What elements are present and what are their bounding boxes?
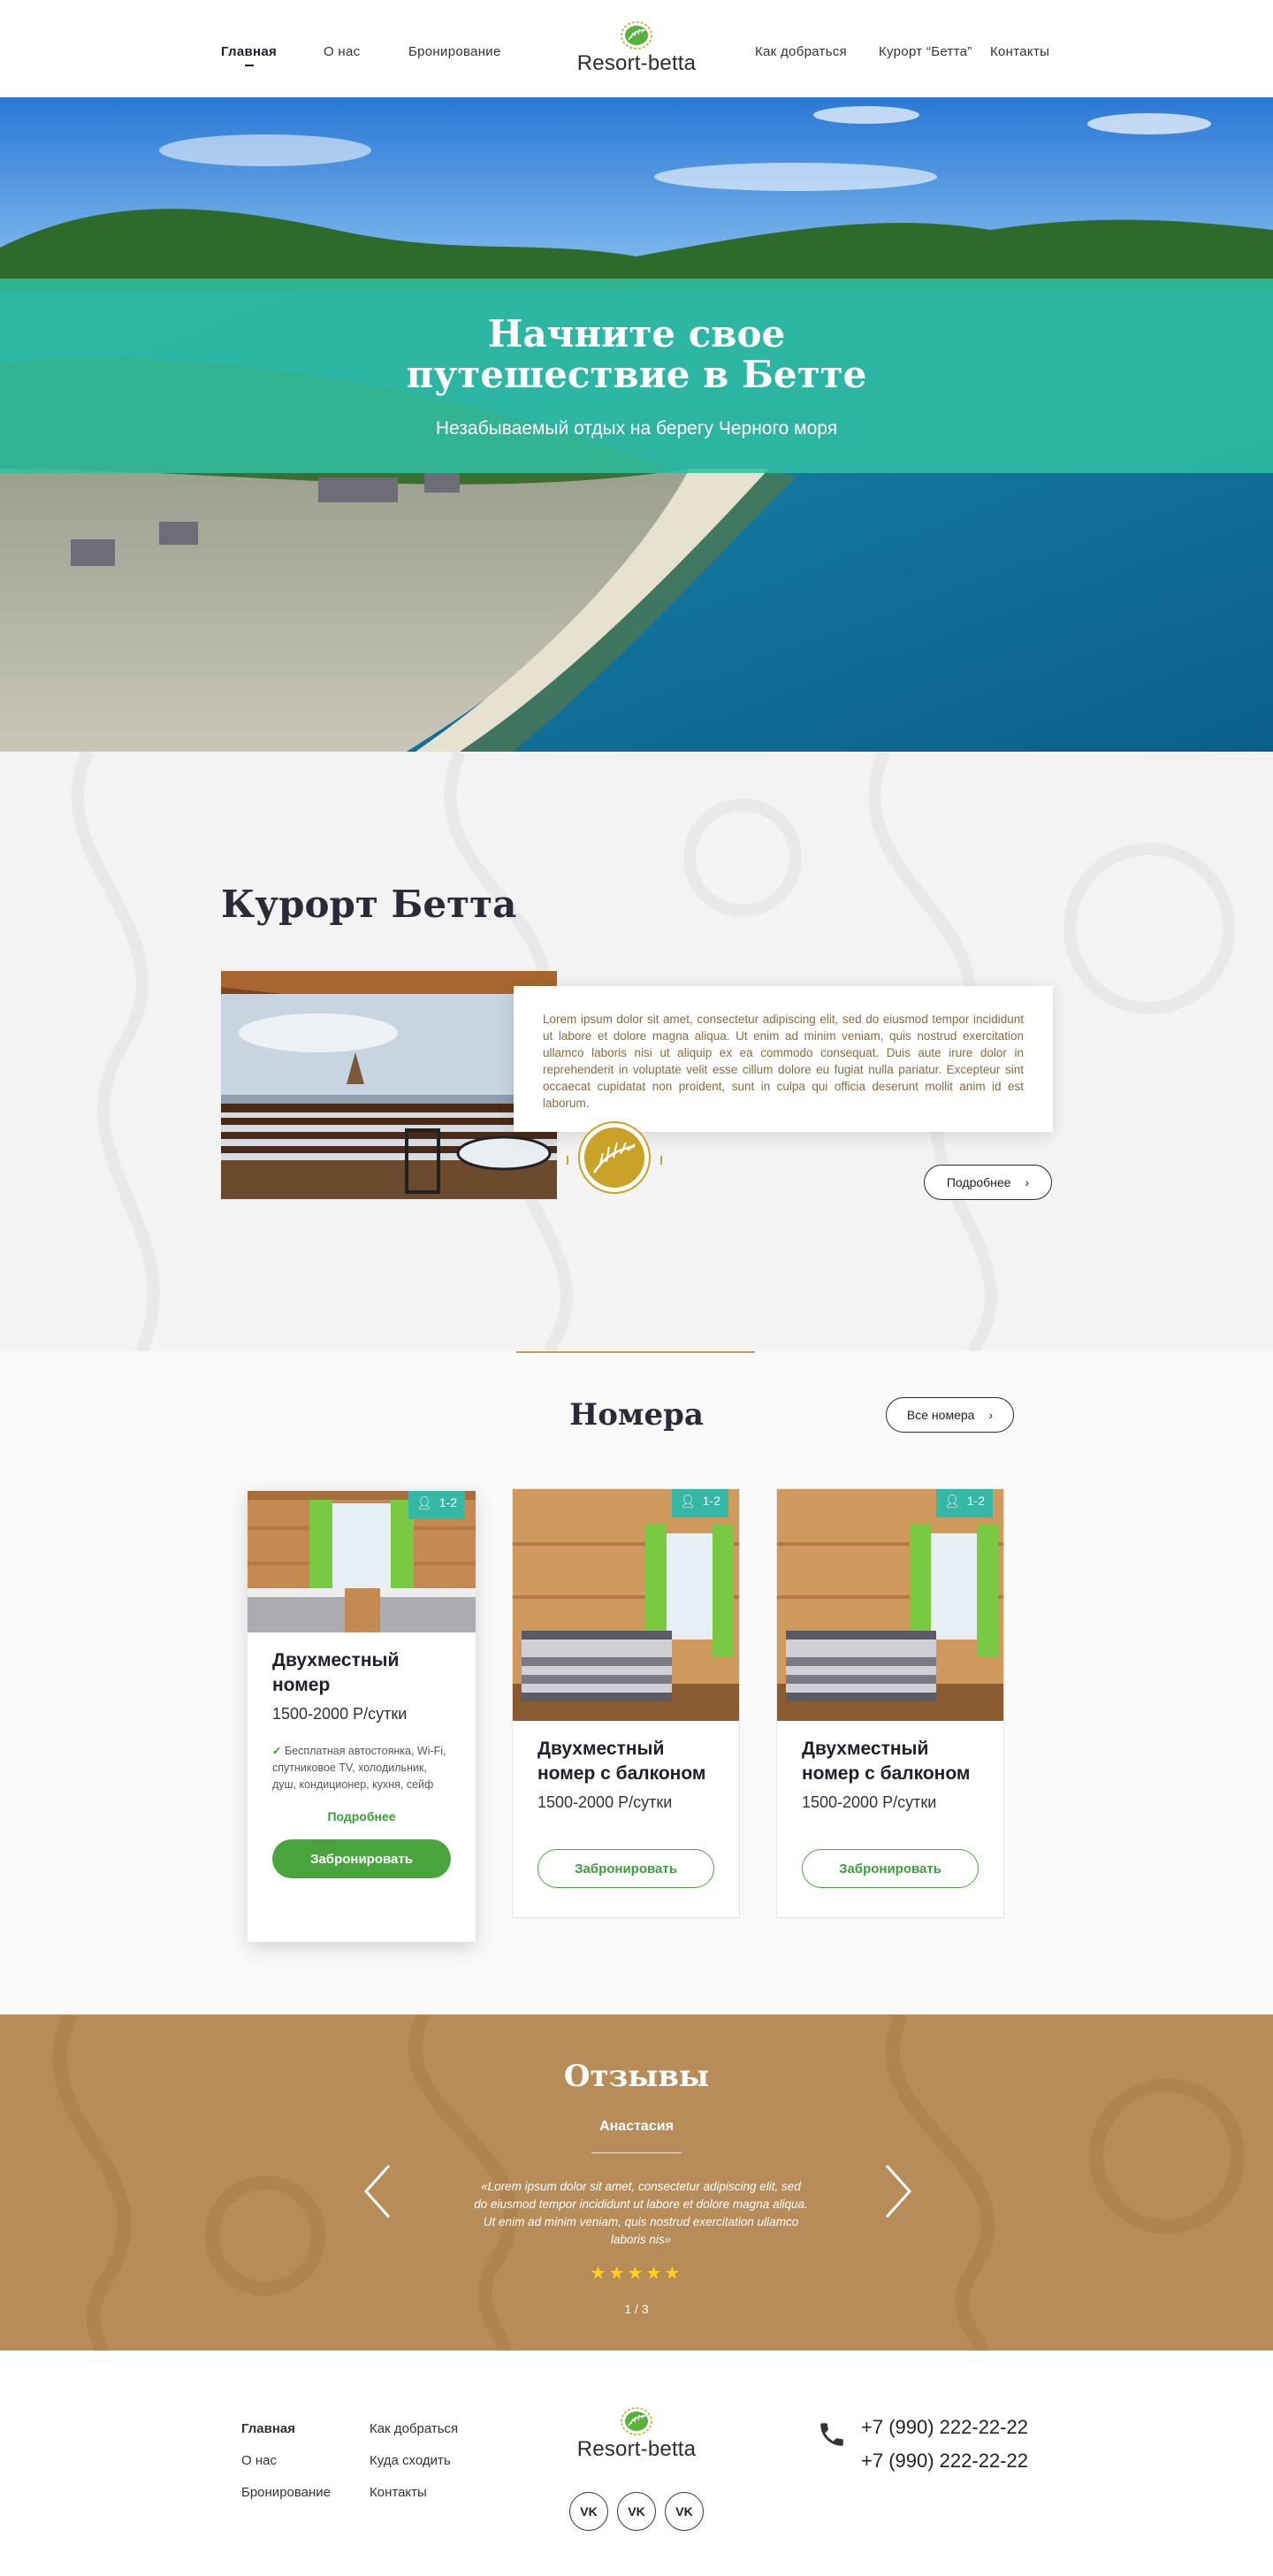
nav-booking[interactable]: Бронирование — [408, 44, 501, 59]
room-name: Двухместный номер — [272, 1650, 400, 1695]
capacity-label: 1-2 — [438, 1495, 457, 1510]
check-icon: ✓ — [272, 1745, 282, 1757]
capacity-badge: 👤︎ 1-2 — [672, 1489, 728, 1517]
person-icon: 👤︎ — [943, 1493, 960, 1508]
logo-text: Resort-betta — [576, 2437, 697, 2461]
reviews-title: Отзывы — [563, 2059, 710, 2094]
room-details-link[interactable]: Подробнее — [248, 1809, 476, 1823]
footer-logo[interactable]: Resort-betta — [566, 2402, 707, 2464]
room-features: ✓ Бесплатная автостоянка, Wi-Fi, спутник… — [272, 1743, 451, 1793]
capacity-badge: 👤︎ 1-2 — [408, 1491, 465, 1519]
review-pager: 1 / 3 — [624, 2302, 649, 2316]
phone-number[interactable]: +7 (990) 222-22-22 — [861, 2416, 1028, 2439]
vk-icon[interactable]: VK — [569, 2492, 608, 2531]
capacity-label: 1-2 — [966, 1494, 985, 1508]
resort-emblem-icon — [567, 1121, 662, 1194]
about-section: Курорт Бетта Lorem ipsum dolor sit amet,… — [0, 752, 1273, 1351]
nav-home[interactable]: Главная — [221, 44, 277, 66]
phone-number[interactable]: +7 (990) 222-22-22 — [861, 2450, 1028, 2473]
site-footer: Главная О нас Бронирование Как добраться… — [0, 2351, 1273, 2576]
reviews-section: Отзывы Анастасия «Lorem ipsum dolor sit … — [0, 2014, 1273, 2351]
review-text: «Lorem ipsum dolor sit amet, consectetur… — [474, 2180, 808, 2246]
room-photo: 👤︎ 1-2 — [513, 1489, 739, 1721]
footer-link-booking[interactable]: Бронирование — [241, 2485, 331, 2500]
hero-title: Начните свое путешествие в Бетте — [0, 314, 1273, 395]
about-more-button[interactable]: Подробнее › — [924, 1165, 1052, 1200]
nav-about[interactable]: О нас — [324, 44, 360, 59]
reviewer-name: Анастасия — [599, 2119, 674, 2134]
person-icon: 👤︎ — [679, 1493, 696, 1508]
room-card[interactable]: 👤︎ 1-2 Двухместный номер 1500-2000 Р/сут… — [248, 1491, 476, 1942]
all-rooms-label: Все номера — [906, 1408, 975, 1422]
room-price: 1500-2000 Р/сутки — [537, 1793, 673, 1811]
about-title: Курорт Бетта — [221, 883, 517, 926]
room-price: 1500-2000 Р/сутки — [272, 1705, 408, 1723]
logo-text: Resort-betta — [576, 51, 697, 75]
footer-link-directions[interactable]: Как добраться — [370, 2421, 458, 2436]
palm-leaf-icon — [621, 21, 652, 50]
about-more-label: Подробнее — [946, 1175, 1011, 1189]
room-card[interactable]: 👤︎ 1-2 Двухместный номер с балконом 1500… — [512, 1488, 740, 1918]
capacity-badge: 👤︎ 1-2 — [936, 1489, 993, 1517]
hero-title-line1: Начните свое — [487, 312, 786, 355]
arrow-left-icon[interactable] — [361, 2160, 396, 2222]
room-price: 1500-2000 Р/сутки — [802, 1793, 937, 1811]
room-name: Двухместный номер с балконом — [802, 1739, 971, 1784]
book-button[interactable]: Забронировать — [537, 1849, 714, 1888]
vk-icon[interactable]: VK — [665, 2492, 704, 2531]
rooms-section: Номера Все номера › 👤︎ 1-2 Двухместный н… — [0, 1351, 1273, 2014]
palm-leaf-icon — [621, 2407, 652, 2435]
rating-stars: ★★★★★ — [590, 2264, 683, 2283]
about-text-card: Lorem ipsum dolor sit amet, consectetur … — [514, 986, 1053, 1132]
hero-subtitle: Незабываемый отдых на берегу Черного мор… — [435, 418, 838, 439]
nav-resort[interactable]: Курорт “Бетта” — [879, 44, 972, 59]
hero-section: Начните свое путешествие в Бетте Незабыв… — [0, 97, 1273, 752]
room-features-text: Бесплатная автостоянка, Wi-Fi, спутников… — [272, 1745, 446, 1791]
footer-link-home[interactable]: Главная — [241, 2421, 295, 2436]
capacity-label: 1-2 — [702, 1494, 720, 1508]
footer-link-contacts[interactable]: Контакты — [370, 2485, 427, 2500]
chevron-right-icon: › — [1025, 1175, 1030, 1189]
all-rooms-button[interactable]: Все номера › — [886, 1397, 1014, 1433]
reviewer-divider — [591, 2152, 682, 2153]
room-photo: 👤︎ 1-2 — [777, 1489, 1003, 1721]
person-icon: 👤︎ — [415, 1494, 432, 1510]
arrow-right-icon[interactable] — [880, 2160, 915, 2222]
footer-link-about[interactable]: О нас — [241, 2453, 277, 2468]
book-button[interactable]: Забронировать — [272, 1839, 451, 1878]
section-divider — [516, 1351, 755, 1353]
room-name: Двухместный номер с балконом — [537, 1739, 706, 1784]
book-button[interactable]: Забронировать — [802, 1849, 979, 1888]
logo[interactable]: Resort-betta — [566, 16, 707, 78]
phone-icon — [820, 2423, 843, 2446]
nav-directions[interactable]: Как добраться — [755, 44, 847, 59]
vk-icon[interactable]: VK — [617, 2492, 656, 2531]
site-header: Главная О нас Бронирование Resort-betta … — [0, 0, 1273, 97]
hero-title-line2: путешествие в Бетте — [406, 353, 867, 396]
room-card[interactable]: 👤︎ 1-2 Двухместный номер с балконом 1500… — [776, 1488, 1004, 1918]
rooms-title: Номера — [569, 1397, 704, 1433]
nav-contacts[interactable]: Контакты — [990, 44, 1049, 59]
chevron-right-icon: › — [988, 1408, 994, 1422]
footer-link-where-to-go[interactable]: Куда сходить — [370, 2453, 451, 2468]
hero-banner: Начните свое путешествие в Бетте Незабыв… — [0, 279, 1273, 473]
room-photo: 👤︎ 1-2 — [248, 1491, 476, 1632]
about-text: Lorem ipsum dolor sit amet, consectetur … — [543, 1013, 1024, 1110]
balcony-photo — [221, 971, 557, 1199]
